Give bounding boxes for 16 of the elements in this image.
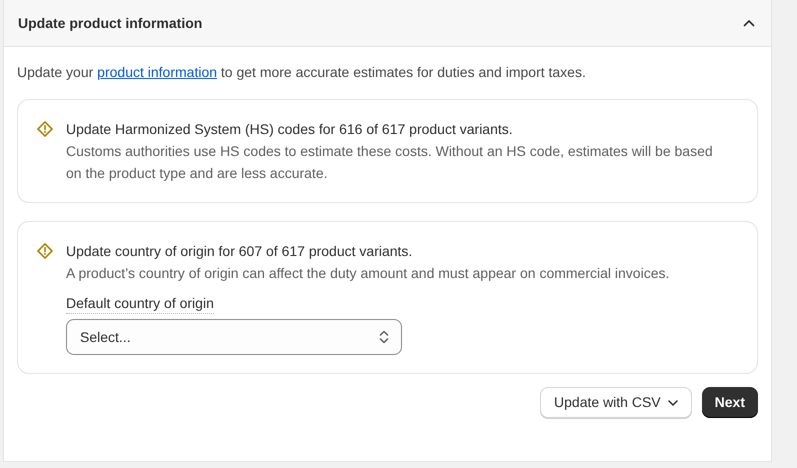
section-header[interactable]: Update product information	[4, 0, 771, 47]
field-label: Default country of origin	[66, 293, 214, 314]
section-title: Update product information	[18, 14, 202, 33]
notice-text: A product’s country of origin can affect the duty amount and must appear on commercial invoices.	[66, 264, 670, 283]
chevron-down-icon	[668, 400, 678, 406]
warning-icon	[36, 120, 54, 138]
notice-text: Customs authorities use HS codes to estimate these costs. Without an HS code, estimates will be based on the product type and are less accurate.	[66, 142, 714, 183]
update-csv-button[interactable]: Update with CSV	[540, 387, 692, 418]
notice-title: Update Harmonized System (HS) codes for 616 of 617 product variants.	[66, 120, 514, 139]
product-information-link[interactable]: product information	[97, 64, 218, 80]
notice-title: Update country of origin for 607 of 617 product variants.	[66, 242, 414, 261]
intro-text: Update your product information to get more accurate estimates for duties and import taxes.	[17, 63, 587, 82]
warning-icon	[36, 242, 54, 260]
country-select[interactable]: Select...	[66, 319, 402, 355]
next-button[interactable]: Next	[702, 387, 758, 418]
chevron-updown-icon	[379, 329, 389, 345]
